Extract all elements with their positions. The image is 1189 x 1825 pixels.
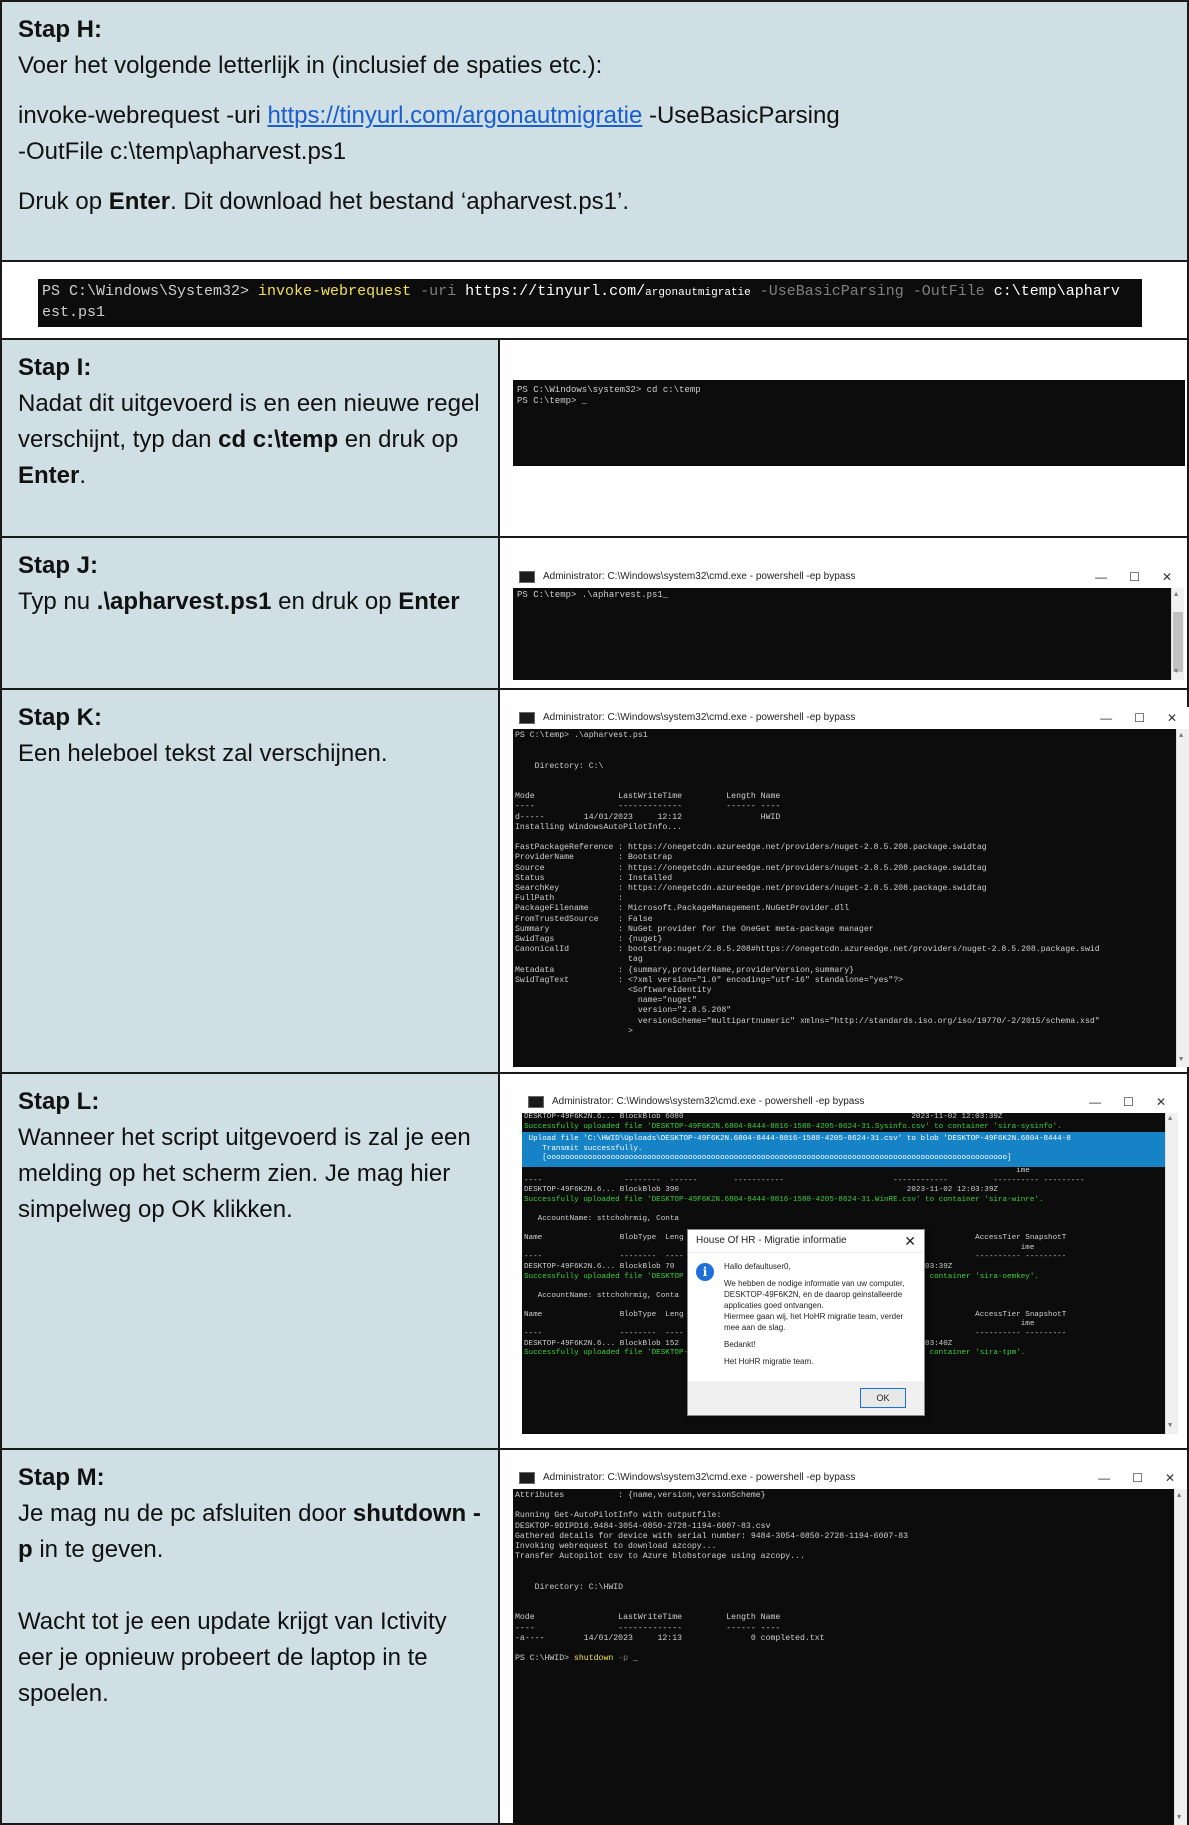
maximize-icon[interactable]: ☐ — [1132, 1467, 1143, 1489]
stap-k-text: Een heleboel tekst zal verschijnen. — [18, 740, 388, 767]
stap-k-title: Stap K: — [18, 704, 102, 731]
stap-l-text: Wanneer het script uitgevoerd is zal je … — [18, 1124, 471, 1223]
stap-j-cell: Stap J: Typ nu .\apharvest.ps1 en druk o… — [0, 536, 500, 690]
window-titlebar: Administrator: C:\Windows\system32\cmd.e… — [522, 1091, 1178, 1113]
dialog-title: House Of HR - Migratie informatie ✕ — [688, 1230, 924, 1253]
window-titlebar: Administrator: C:\Windows\system32\cmd.e… — [513, 566, 1184, 588]
stap-l-screenshot-cell: Administrator: C:\Windows\system32\cmd.e… — [498, 1072, 1189, 1450]
minimize-icon[interactable]: — — [1095, 566, 1107, 588]
cmd-app-icon — [519, 712, 535, 724]
stap-j-screenshot-cell: Administrator: C:\Windows\system32\cmd.e… — [498, 536, 1189, 690]
cmd-suffix: -UseBasicParsing — [642, 102, 840, 129]
stap-m-para2: Wacht tot je een update krijgt van Ictiv… — [18, 1608, 447, 1707]
stap-l-title: Stap L: — [18, 1088, 100, 1115]
migratie-dialog: House Of HR - Migratie informatie ✕ i Hal… — [687, 1229, 925, 1416]
stap-m-cell: Stap M: Je mag nu de pc afsluiten door s… — [0, 1448, 500, 1825]
stap-k-output: PS C:\temp> .\apharvest.ps1 Directory: C… — [515, 731, 1100, 1036]
scrollbar[interactable] — [1165, 1113, 1178, 1434]
window-titlebar: Administrator: C:\Windows\system32\cmd.e… — [513, 1467, 1187, 1489]
stap-m-window: Administrator: C:\Windows\system32\cmd.e… — [513, 1467, 1187, 1825]
stap-i-text: Nadat dit uitgevoerd is en een nieuwe re… — [18, 390, 480, 489]
maximize-icon[interactable]: ☐ — [1129, 566, 1140, 588]
stap-m-screenshot-cell: Administrator: C:\Windows\system32\cmd.e… — [498, 1448, 1189, 1825]
scrollbar[interactable] — [1176, 729, 1189, 1067]
stap-j-text: Typ nu .\apharvest.ps1 en druk op Enter — [18, 588, 460, 615]
instruction-table: Stap H: Voer het volgende letterlijk in … — [0, 0, 1189, 1825]
stap-h-line1: Voer het volgende letterlijk in (inclusi… — [18, 52, 603, 79]
stap-m-text: Je mag nu de pc afsluiten door shutdown … — [18, 1500, 481, 1563]
maximize-icon[interactable]: ☐ — [1123, 1091, 1134, 1113]
stap-h-command: invoke-webrequest -uri https://tinyurl.c… — [18, 98, 1171, 134]
stap-h-screenshot-cell: PS C:\Windows\System32> invoke-webreques… — [0, 260, 1189, 340]
stap-j-window: Administrator: C:\Windows\system32\cmd.e… — [513, 566, 1184, 680]
cmd-app-icon — [519, 571, 535, 583]
stap-l-window: Administrator: C:\Windows\system32\cmd.e… — [522, 1091, 1178, 1434]
cmd-app-icon — [519, 1472, 535, 1484]
minimize-icon[interactable]: — — [1100, 707, 1112, 729]
stap-k-screenshot-cell: Administrator: C:\Windows\system32\cmd.e… — [498, 688, 1189, 1074]
stap-j-title: Stap J: — [18, 552, 99, 579]
dialog-body: i Hallo defaultuser0, We hebben de nodig… — [688, 1253, 924, 1367]
minimize-icon[interactable]: — — [1098, 1467, 1110, 1489]
info-icon: i — [696, 1263, 714, 1281]
stap-i-title: Stap I: — [18, 354, 92, 381]
tinyurl-link[interactable]: https://tinyurl.com/argonautmigratie — [267, 102, 642, 129]
enter-key-label: Enter — [108, 188, 171, 215]
cmd-app-icon — [528, 1096, 544, 1108]
stap-k-cell: Stap K: Een heleboel tekst zal verschijn… — [0, 688, 500, 1074]
stap-h-title: Stap H: — [18, 16, 102, 43]
cmd-prefix: invoke-webrequest -uri — [18, 102, 268, 129]
upload-progress-band: Upload file 'C:\HWID\Uploads\DESKTOP-49F… — [522, 1132, 1178, 1167]
window-titlebar: Administrator: C:\Windows\system32\cmd.e… — [513, 707, 1189, 729]
stap-h-terminal: PS C:\Windows\System32> invoke-webreques… — [38, 279, 1142, 327]
stap-i-screenshot-cell: PS C:\Windows\system32> cd c:\temp PS C:… — [498, 338, 1189, 538]
stap-i-terminal: PS C:\Windows\system32> cd c:\temp PS C:… — [513, 380, 1185, 466]
stap-k-window: Administrator: C:\Windows\system32\cmd.e… — [513, 707, 1189, 1067]
stap-h-command-line2: -OutFile c:\temp\apharvest.ps1 — [18, 138, 347, 165]
close-icon[interactable]: ✕ — [1167, 707, 1177, 729]
close-icon[interactable]: ✕ — [1162, 566, 1172, 588]
scrollbar[interactable] — [1171, 588, 1184, 680]
stap-m-title: Stap M: — [18, 1464, 105, 1491]
ok-button[interactable]: OK — [860, 1388, 906, 1408]
dialog-footer: OK — [688, 1381, 924, 1415]
close-icon[interactable]: ✕ — [1156, 1091, 1166, 1113]
maximize-icon[interactable]: ☐ — [1134, 707, 1145, 729]
stap-l-cell: Stap L: Wanneer het script uitgevoerd is… — [0, 1072, 500, 1450]
stap-i-cell: Stap I: Nadat dit uitgevoerd is en een n… — [0, 338, 500, 538]
minimize-icon[interactable]: — — [1089, 1091, 1101, 1113]
dialog-close-icon[interactable]: ✕ — [904, 1230, 916, 1252]
stap-h-press: Druk op Enter. Dit download het bestand … — [18, 188, 630, 215]
stap-h-cell: Stap H: Voer het volgende letterlijk in … — [0, 0, 1189, 262]
close-icon[interactable]: ✕ — [1165, 1467, 1175, 1489]
scrollbar[interactable] — [1174, 1489, 1187, 1825]
